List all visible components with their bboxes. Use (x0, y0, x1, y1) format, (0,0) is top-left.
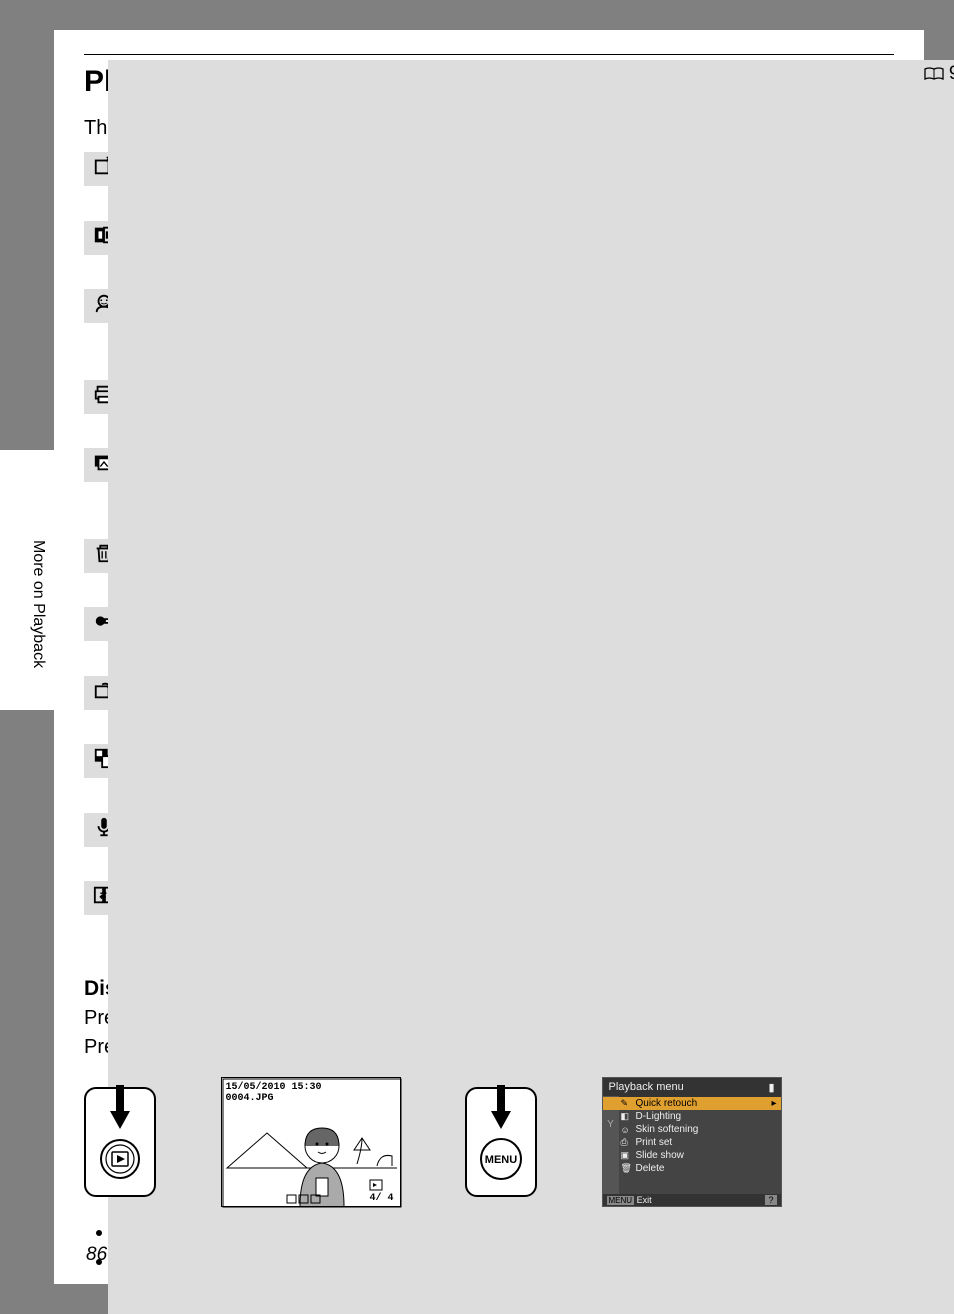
menu-screen-item: ✎Quick retouch (603, 1097, 781, 1110)
playback-menu-table: Quick retouch 100Easily create retouched… (84, 152, 894, 949)
book-ref-icon (924, 63, 944, 84)
playback-menu-screen-illustration: Playback menu▮ Y ✎Quick retouch◧D-Lighti… (602, 1077, 782, 1207)
top-rule (84, 54, 894, 55)
table-row: Copy 97 (84, 881, 894, 915)
menu-screen-item: ▣Slide show (603, 1149, 781, 1162)
menu-screen-item: ◧D-Lighting (603, 1110, 781, 1123)
menu-screen-item: 🗑Delete (603, 1162, 781, 1175)
manual-page: Playback Option: Playback Menu The follo… (54, 30, 924, 1284)
menu-screen-item: ⎙Print set (603, 1136, 781, 1149)
menu-button-illustration: MENU (465, 1087, 537, 1197)
page-number: 86 (86, 1244, 107, 1266)
svg-text:MENU: MENU (485, 1154, 517, 1166)
section-tab-label: More on Playback (29, 540, 47, 668)
menu-screen-footer-exit: MENU Exit (607, 1195, 652, 1205)
camera-lcd-illustration: 15/05/2010 15:30 0004.JPG 4/ (221, 1077, 401, 1207)
menu-screen-title: Playback menu (609, 1081, 684, 1094)
lcd-counter: 4/ 4 (369, 1193, 393, 1204)
menu-screen-footer-help: ? (765, 1195, 776, 1205)
down-arrow-icon (491, 1085, 511, 1129)
playback-button-illustration (84, 1087, 156, 1197)
down-arrow-icon (110, 1085, 130, 1129)
menu-screen-scroll-indicator: ▮ (768, 1081, 774, 1094)
menu-screen-item: ☺Skin softening (603, 1123, 781, 1136)
